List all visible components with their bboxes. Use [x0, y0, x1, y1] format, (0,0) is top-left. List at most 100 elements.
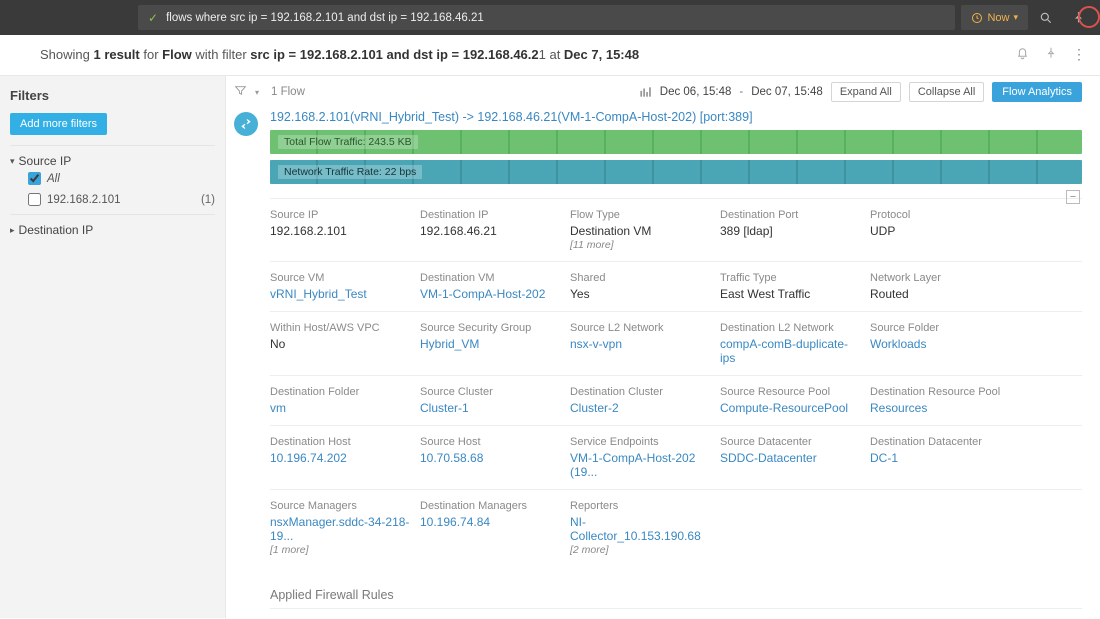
network-traffic-rate-bar[interactable]: Network Traffic Rate: 22 bps: [270, 160, 1082, 184]
attribute-label: Traffic Type: [720, 272, 860, 284]
attribute-more-link[interactable]: [2 more]: [570, 544, 710, 556]
topbar: ✓ flows where src ip = 192.168.2.101 and…: [0, 0, 1100, 35]
attribute-cell: [870, 500, 1020, 556]
attribute-value[interactable]: Workloads: [870, 337, 1010, 351]
attribute-value[interactable]: VM-1-CompA-Host-202 (19...: [570, 451, 710, 479]
attribute-value[interactable]: SDDC-Datacenter: [720, 451, 860, 465]
attribute-label: Network Layer: [870, 272, 1010, 284]
filter-head-source-ip[interactable]: ▾ Source IP: [10, 154, 215, 168]
attribute-cell: Destination Foldervm: [270, 386, 420, 415]
range-to[interactable]: Dec 07, 15:48: [751, 86, 823, 98]
funnel-icon[interactable]: [234, 84, 247, 100]
attribute-cell: Within Host/AWS VPCNo: [270, 322, 420, 365]
attribute-label: Source VM: [270, 272, 410, 284]
attribute-value[interactable]: compA-comB-duplicate-ips: [720, 337, 860, 365]
attribute-value[interactable]: Cluster-2: [570, 401, 710, 415]
attribute-label: Source Folder: [870, 322, 1010, 334]
firewall-rules-section: Applied Firewall Rules Manager Rule Rule…: [226, 566, 1100, 618]
attribute-label: Destination Cluster: [570, 386, 710, 398]
filter-item-ip[interactable]: 192.168.2.101 (1): [10, 189, 215, 210]
search-input[interactable]: ✓ flows where src ip = 192.168.2.101 and…: [138, 5, 955, 30]
add-more-filters-button[interactable]: Add more filters: [10, 113, 107, 135]
results-panel: ▾ 1 Flow Dec 06, 15:48 - Dec 07, 15:48 E…: [226, 76, 1100, 618]
attribute-value[interactable]: Hybrid_VM: [420, 337, 560, 351]
attribute-cell: Source Security GroupHybrid_VM: [420, 322, 570, 365]
attribute-value: Yes: [570, 287, 710, 301]
attribute-value[interactable]: 10.196.74.202: [270, 451, 410, 465]
attribute-value[interactable]: Compute-ResourcePool: [720, 401, 860, 415]
attribute-cell: Source Host 10.70.58.68: [420, 436, 570, 479]
filter-label: Destination IP: [19, 223, 94, 237]
attribute-label: Source Datacenter: [720, 436, 860, 448]
attribute-value[interactable]: 10.70.58.68: [420, 451, 560, 465]
collapse-button[interactable]: −: [1066, 190, 1080, 204]
time-now-button[interactable]: Now ▾: [961, 5, 1028, 30]
attribute-row: Source IP192.168.2.101Destination IP192.…: [270, 198, 1082, 261]
bars-icon[interactable]: [638, 85, 652, 99]
flow-entry: 192.168.2.101(vRNI_Hybrid_Test) -> 192.1…: [226, 108, 1100, 190]
result-summary-bar: Showing 1 result for Flow with filter sr…: [0, 35, 1100, 76]
attribute-label: Destination VM: [420, 272, 560, 284]
attribute-label: Source Managers: [270, 500, 410, 512]
attribute-cell: Source Datacenter SDDC-Datacenter: [720, 436, 870, 479]
attribute-value[interactable]: DC-1: [870, 451, 1010, 465]
collapse-all-button[interactable]: Collapse All: [909, 82, 984, 102]
range-from[interactable]: Dec 06, 15:48: [660, 86, 732, 98]
bell-icon[interactable]: [1015, 45, 1030, 63]
main: Filters Add more filters ▾ Source IP All…: [0, 76, 1100, 618]
attribute-value[interactable]: nsx-v-vpn: [570, 337, 710, 351]
attribute-value: East West Traffic: [720, 287, 860, 301]
filter-head-destination-ip[interactable]: ▸ Destination IP: [10, 223, 215, 237]
attribute-value[interactable]: nsxManager.sddc-34-218-19...: [270, 515, 410, 543]
header-pin-icon[interactable]: [1044, 46, 1058, 63]
attribute-label: Within Host/AWS VPC: [270, 322, 410, 334]
attribute-value: Destination VM: [570, 224, 710, 238]
flow-title-link[interactable]: 192.168.2.101(vRNI_Hybrid_Test) -> 192.1…: [270, 110, 1082, 124]
expand-all-button[interactable]: Expand All: [831, 82, 901, 102]
attribute-value[interactable]: vRNI_Hybrid_Test: [270, 287, 410, 301]
search-query-text: flows where src ip = 192.168.2.101 and d…: [166, 12, 945, 24]
attribute-more-link[interactable]: [1 more]: [270, 544, 410, 556]
attribute-label: Destination Datacenter: [870, 436, 1010, 448]
attribute-label: Source IP: [270, 209, 410, 221]
attribute-label: Destination Managers: [420, 500, 560, 512]
attribute-cell: Shared Yes: [570, 272, 720, 301]
attribute-cell: Source Managers nsxManager.sddc-34-218-19…: [270, 500, 420, 556]
attribute-value[interactable]: NI-Collector_10.153.190.68: [570, 515, 710, 543]
flow-analytics-button[interactable]: Flow Analytics: [992, 82, 1082, 102]
attribute-label: Source Host: [420, 436, 560, 448]
attribute-cell: Destination L2 NetworkcompA-comB-duplica…: [720, 322, 870, 365]
attribute-cell: Destination Host10.196.74.202: [270, 436, 420, 479]
attribute-label: Service Endpoints: [570, 436, 710, 448]
checkbox-ip[interactable]: [28, 193, 41, 206]
attribute-panel: − Source IP192.168.2.101Destination IP19…: [226, 190, 1100, 566]
attribute-value[interactable]: VM-1-CompA-Host-202: [420, 287, 560, 301]
attribute-cell: ReportersNI-Collector_10.153.190.68[2 mo…: [570, 500, 720, 556]
search-icon-button[interactable]: [1032, 5, 1060, 30]
attribute-cell: Source VM vRNI_Hybrid_Test: [270, 272, 420, 301]
attribute-row: Destination FoldervmSource ClusterCluste…: [270, 375, 1082, 425]
attribute-label: Shared: [570, 272, 710, 284]
attribute-more-link[interactable]: [11 more]: [570, 239, 710, 251]
attribute-value[interactable]: Resources: [870, 401, 1010, 415]
total-flow-traffic-bar[interactable]: Total Flow Traffic: 243.5 KB: [270, 130, 1082, 154]
attribute-value[interactable]: 10.196.74.84: [420, 515, 560, 529]
attribute-row: Destination Host10.196.74.202Source Host…: [270, 425, 1082, 489]
attribute-cell: Destination Datacenter DC-1: [870, 436, 1020, 479]
filter-label: Source IP: [19, 154, 72, 168]
help-badge[interactable]: [1078, 6, 1100, 28]
attribute-cell: Network LayerRouted: [870, 272, 1020, 301]
chevron-down-icon: ▾: [1013, 12, 1018, 23]
attribute-cell: Destination VM VM-1-CompA-Host-202: [420, 272, 570, 301]
filter-item-all[interactable]: All: [10, 168, 215, 189]
attribute-value[interactable]: Cluster-1: [420, 401, 560, 415]
attribute-cell: Source ClusterCluster-1: [420, 386, 570, 415]
attribute-cell: Service Endpoints VM-1-CompA-Host-202 (19…: [570, 436, 720, 479]
attribute-label: Source Resource Pool: [720, 386, 860, 398]
rate-label: Network Traffic Rate: 22 bps: [278, 165, 422, 179]
checkbox-all[interactable]: [28, 172, 41, 185]
more-menu-icon[interactable]: ⋮: [1072, 46, 1086, 63]
attribute-value[interactable]: vm: [270, 401, 410, 415]
result-count-area: ▾ 1 Flow: [234, 84, 305, 100]
attribute-value: 192.168.2.101: [270, 224, 410, 238]
